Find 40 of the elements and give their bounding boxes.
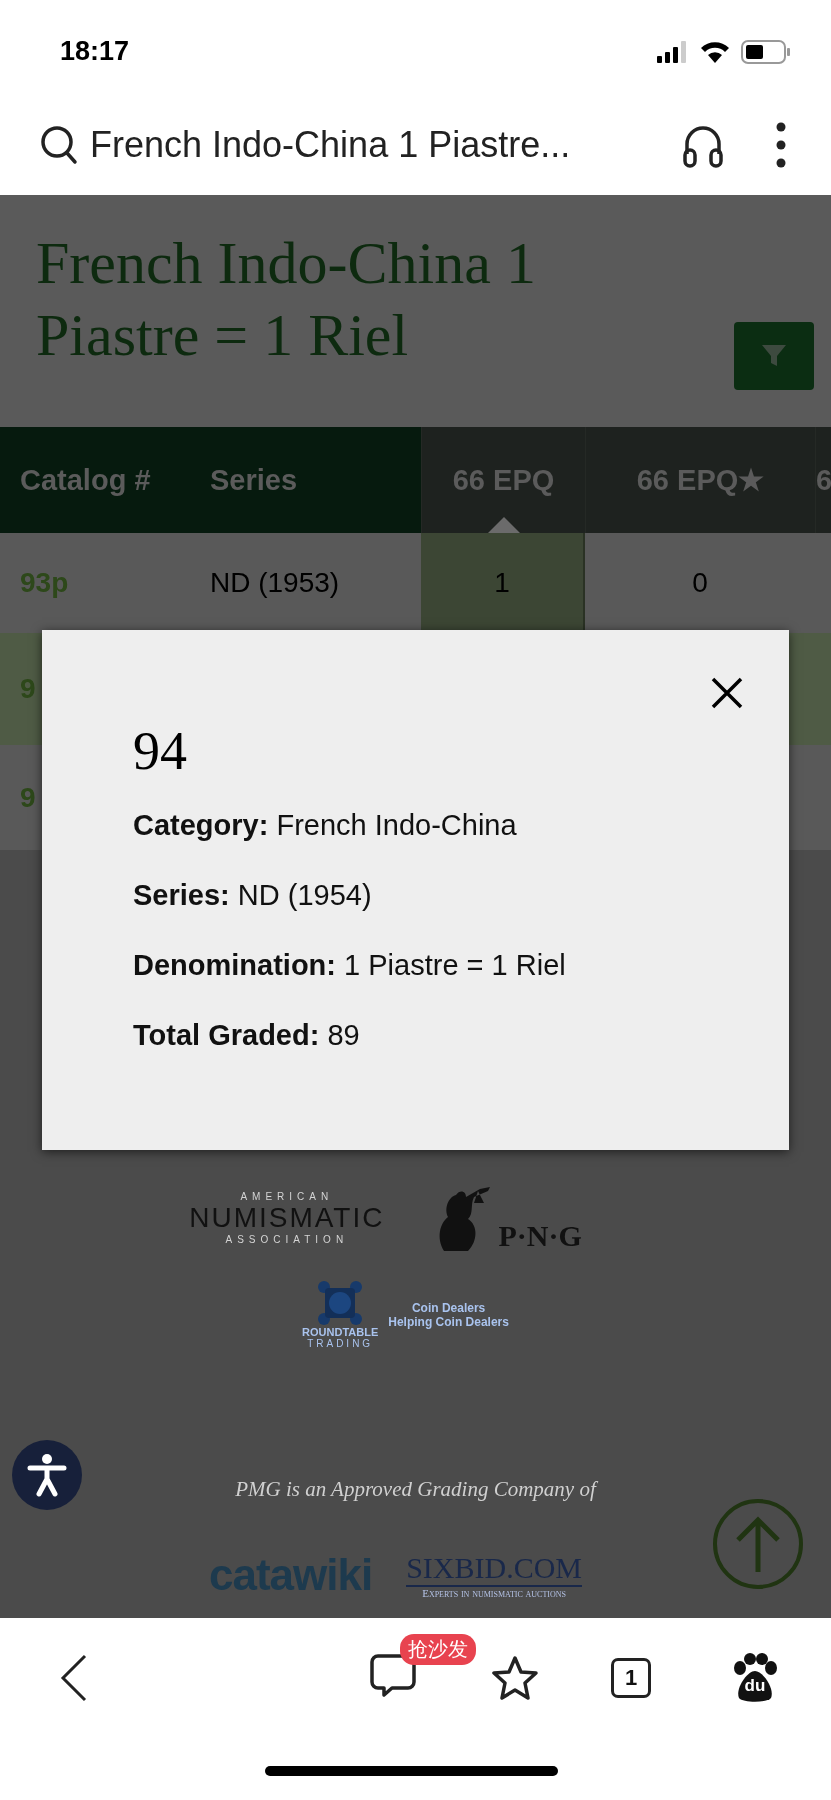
close-icon[interactable] xyxy=(711,677,743,709)
detail-line: Series: ND (1954) xyxy=(133,878,373,912)
column-header[interactable]: 6 xyxy=(815,427,831,533)
wifi-icon xyxy=(699,39,731,64)
detail-line: Denomination: 1 Piastre = 1 Riel xyxy=(133,948,567,982)
logo-text: P·N·G xyxy=(498,1218,582,1253)
more-icon[interactable] xyxy=(775,122,787,168)
logo-tagline: Experts in numismatic auctions xyxy=(422,1587,566,1599)
page-title: French Indo-China 1 Piastre = 1 Riel xyxy=(36,229,537,370)
status-time: 18:17 xyxy=(60,36,130,67)
column-header[interactable]: 66 EPQ★ xyxy=(585,427,815,533)
signal-icon xyxy=(657,40,689,63)
detail-line: Category: French Indo-China xyxy=(133,808,518,842)
roundtable-logo-icon xyxy=(317,1280,364,1326)
table-cell: 1 xyxy=(494,567,510,599)
battery-icon xyxy=(741,39,791,64)
logo-text: AMERICAN xyxy=(240,1190,334,1202)
approved-text: PMG is an Approved Grading Company of xyxy=(234,1477,599,1502)
column-header[interactable]: Catalog # xyxy=(0,427,190,533)
column-header[interactable]: 66 EPQ xyxy=(421,427,585,533)
star-icon[interactable] xyxy=(491,1655,539,1701)
table-cell[interactable]: 93p xyxy=(20,567,69,599)
comment-badge: 抢沙发 xyxy=(400,1634,476,1665)
dialog-title: 94 xyxy=(133,720,188,782)
logo-text: TRADING xyxy=(307,1338,374,1349)
logo-text: ROUNDTABLE xyxy=(302,1326,379,1338)
table-cell: ND (1953) xyxy=(210,567,340,599)
search-query[interactable]: French Indo-China 1 Piastre... xyxy=(90,124,681,166)
table-cell: 0 xyxy=(692,567,708,599)
logo-tagline: Coin Dealers xyxy=(411,1300,486,1315)
tab-count-button[interactable]: 1 xyxy=(611,1658,651,1698)
logo-text: NUMISMATIC xyxy=(189,1201,385,1234)
column-header[interactable]: Series xyxy=(190,427,421,533)
search-icon[interactable] xyxy=(40,125,78,165)
back-icon[interactable] xyxy=(60,1654,88,1702)
detail-line: Total Graded: 89 xyxy=(133,1018,361,1052)
accessibility-icon[interactable] xyxy=(27,1453,67,1497)
table-cell[interactable]: 9 xyxy=(20,781,36,814)
logo-text: ASSOCIATION xyxy=(225,1233,349,1245)
logo-tagline: Helping Coin Dealers xyxy=(388,1314,509,1329)
